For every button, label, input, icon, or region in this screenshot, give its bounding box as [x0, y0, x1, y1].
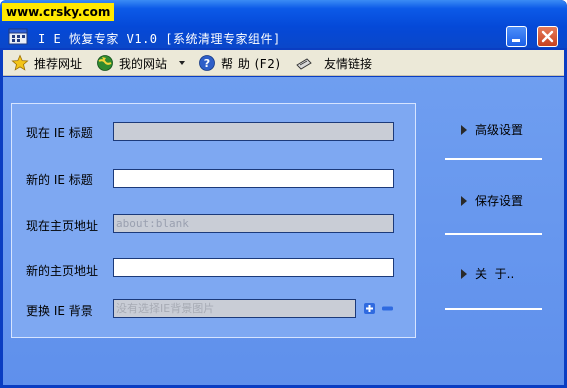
new-title-input[interactable]: [113, 169, 394, 188]
about-button[interactable]: 关 于..: [461, 265, 514, 282]
about-label: 关 于..: [475, 267, 515, 281]
background-label: 更换 IE 背景: [26, 304, 93, 318]
menu-friend-links[interactable]: 友情链接: [295, 54, 372, 72]
app-icon: [8, 27, 28, 45]
remove-background-icon[interactable]: [382, 303, 393, 314]
help-icon: ?: [199, 55, 215, 71]
background-field: 没有选择IE背景图片: [113, 299, 356, 318]
title-bar[interactable]: www.crsky.com I E 恢复专家 V1.0 [系统清理专家组件]: [0, 0, 567, 48]
arrow-right-icon: [461, 124, 467, 135]
svg-text:?: ?: [204, 57, 210, 70]
minimize-button[interactable]: [506, 26, 527, 47]
link-icon: [296, 58, 312, 70]
menu-my-site[interactable]: 我的网站: [96, 54, 186, 72]
menu-recommended-sites[interactable]: 推荐网址: [11, 54, 82, 72]
settings-panel: 现在 IE 标题 新的 IE 标题 现在主页地址 about:blank 新的主…: [11, 103, 416, 338]
current-title-field: [113, 122, 394, 141]
window-title: I E 恢复专家 V1.0 [系统清理专家组件]: [38, 32, 281, 46]
new-home-label: 新的主页地址: [26, 264, 99, 278]
client-area: 现在 IE 标题 新的 IE 标题 现在主页地址 about:blank 新的主…: [3, 77, 564, 385]
divider: [445, 233, 542, 235]
minimize-icon: [512, 39, 520, 42]
current-home-field: about:blank: [113, 214, 394, 233]
advanced-settings-label: 高级设置: [475, 123, 524, 137]
close-button[interactable]: [537, 26, 558, 47]
menu-label: 帮 助 (F2): [221, 56, 281, 71]
menu-label: 友情链接: [324, 56, 373, 71]
menu-bar: 推荐网址 我的网站 ? 帮 助 (F2) 友情链接: [3, 50, 564, 76]
arrow-right-icon: [461, 268, 467, 279]
close-icon: [541, 30, 554, 43]
current-home-label: 现在主页地址: [26, 219, 99, 233]
advanced-settings-button[interactable]: 高级设置: [461, 121, 523, 138]
divider: [445, 158, 542, 160]
app-window: www.crsky.com I E 恢复专家 V1.0 [系统清理专家组件] 推…: [0, 0, 567, 388]
dropdown-arrow-icon[interactable]: [178, 59, 186, 67]
save-settings-label: 保存设置: [475, 194, 524, 208]
menu-label: 我的网站: [119, 56, 168, 71]
divider: [445, 308, 542, 310]
star-icon: [11, 54, 29, 71]
watermark-label: www.crsky.com: [2, 3, 115, 21]
menu-label: 推荐网址: [34, 56, 83, 71]
add-background-icon[interactable]: [364, 303, 375, 314]
globe-icon: [97, 55, 113, 71]
current-title-label: 现在 IE 标题: [26, 126, 93, 140]
new-title-label: 新的 IE 标题: [26, 173, 93, 187]
arrow-right-icon: [461, 195, 467, 206]
save-settings-button[interactable]: 保存设置: [461, 192, 523, 209]
menu-help[interactable]: ? 帮 助 (F2): [198, 54, 281, 72]
new-home-input[interactable]: [113, 258, 394, 277]
